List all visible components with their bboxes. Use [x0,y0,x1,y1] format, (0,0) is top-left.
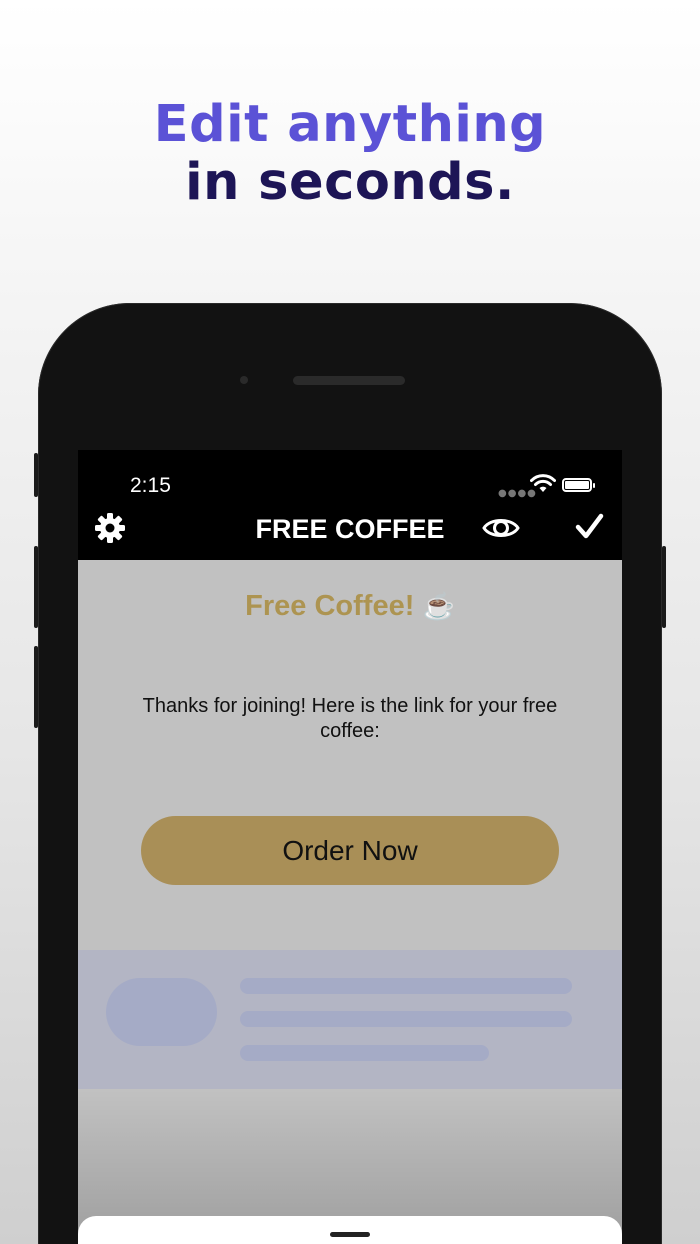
power-button [662,546,666,628]
content-body-text: Thanks for joining! Here is the link for… [142,695,558,742]
content-title-text: Free Coffee! [245,590,415,622]
content-title: Free Coffee! ☕ [78,590,622,623]
status-bar: 2:15 ●●●● [78,450,622,512]
volume-down-button [34,646,38,728]
phone-frame: 2:15 ●●●● FREE COFFEE Free Coffee! ☕ Tha… [34,303,666,1244]
coffee-cup-icon: ☕ [422,591,455,621]
battery-icon [562,478,595,492]
checkmark-icon[interactable] [574,512,604,542]
earpiece-speaker [293,376,405,385]
headline-line-2: in seconds. [185,153,515,212]
placeholder-line [240,1011,572,1027]
headline: Edit anything in seconds. [0,96,700,212]
eye-icon[interactable] [482,514,520,542]
sheet-grabber-handle[interactable] [330,1232,370,1237]
mute-switch [34,453,38,497]
headline-line-1: Edit anything [153,95,547,154]
nav-title: FREE COFFEE [255,514,445,544]
placeholder-pill [106,978,217,1046]
placeholder-line [240,978,572,994]
placeholder-line [240,1045,489,1061]
status-time: 2:15 [130,474,171,497]
phone-screen: 2:15 ●●●● FREE COFFEE Free Coffee! ☕ Tha… [78,450,622,1244]
placeholder-content-block [78,950,622,1089]
order-now-button[interactable]: Order Now [141,816,559,885]
wifi-icon [530,474,556,492]
nav-bar: FREE COFFEE [78,504,622,560]
front-camera [240,376,248,384]
volume-up-button [34,546,38,628]
bottom-sheet[interactable] [78,1216,622,1244]
